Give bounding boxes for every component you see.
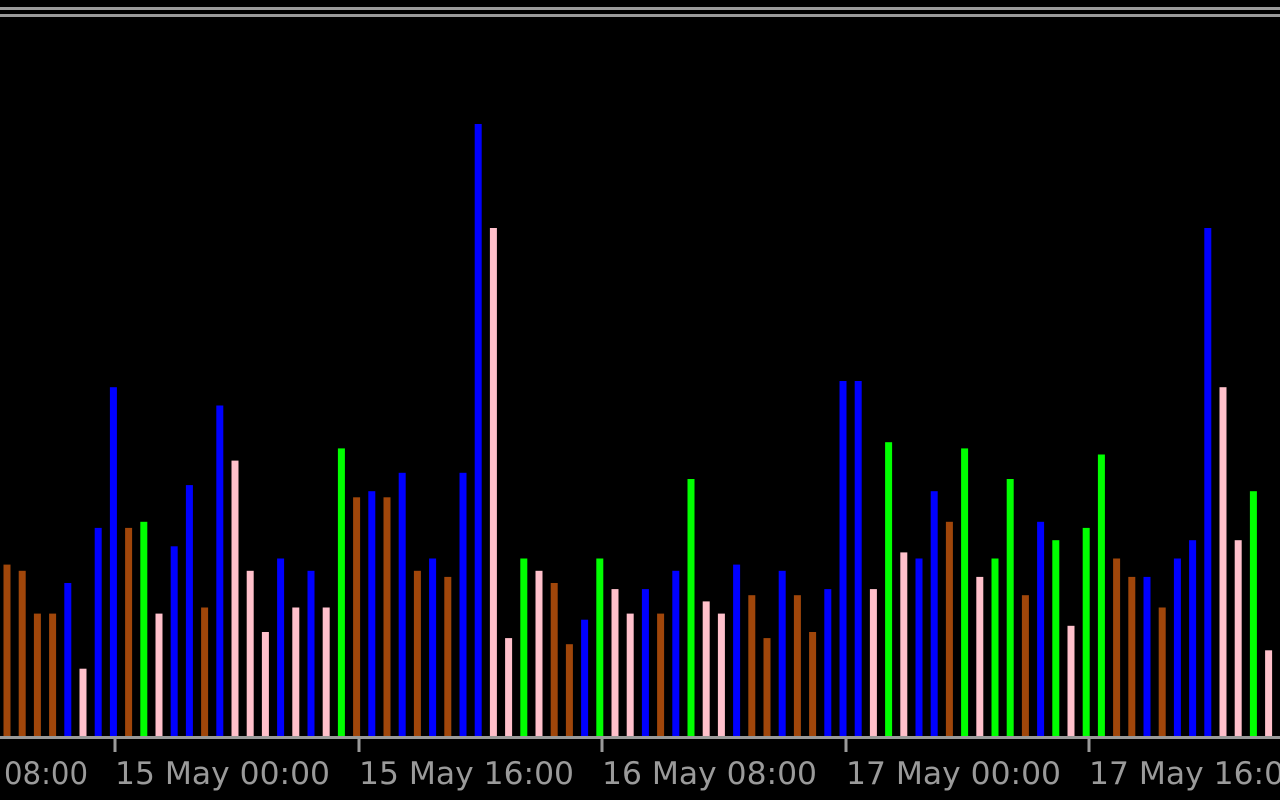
bar-81 — [1234, 540, 1242, 736]
bar-41 — [626, 613, 634, 736]
bar-42 — [641, 589, 649, 736]
x-axis-ticks — [113, 738, 1091, 752]
bar-8 — [125, 527, 133, 736]
bar-19 — [292, 607, 300, 736]
bar-16 — [246, 570, 254, 736]
bar-15 — [231, 460, 239, 736]
bar-67 — [1021, 595, 1029, 736]
bar-4 — [64, 583, 72, 736]
bar-series — [3, 124, 1273, 736]
x-tick-label-3: 16 May 08:00 — [602, 756, 817, 792]
bar-9 — [140, 521, 148, 736]
bar-40 — [611, 589, 619, 736]
bar-5 — [79, 668, 87, 736]
bar-32 — [489, 228, 497, 736]
bar-49 — [748, 595, 756, 736]
bar-43 — [657, 613, 665, 736]
bar-35 — [535, 570, 543, 736]
bar-17 — [261, 632, 269, 736]
bar-70 — [1067, 625, 1075, 736]
bar-77 — [1173, 558, 1181, 736]
bar-10 — [155, 613, 163, 736]
bar-50 — [763, 638, 771, 736]
bar-34 — [520, 558, 528, 736]
bar-37 — [565, 644, 573, 736]
bar-79 — [1204, 228, 1212, 736]
x-tick-label-4: 17 May 00:00 — [846, 756, 1061, 792]
bar-25 — [383, 497, 391, 736]
bar-74 — [1128, 576, 1136, 736]
bar-36 — [550, 583, 558, 736]
bar-63 — [961, 448, 969, 736]
bar-0 — [3, 564, 11, 736]
bar-48 — [733, 564, 741, 736]
x-axis-labels: 08:00 15 May 00:00 15 May 16:00 16 May 08:0… — [4, 756, 1280, 792]
bar-64 — [976, 576, 984, 736]
bar-66 — [1006, 479, 1014, 736]
bar-7 — [109, 387, 117, 736]
bar-30 — [459, 472, 467, 736]
bar-39 — [596, 558, 604, 736]
bar-80 — [1219, 387, 1227, 736]
bar-26 — [398, 472, 406, 736]
bar-6 — [94, 527, 102, 736]
bar-55 — [839, 381, 847, 736]
bar-69 — [1052, 540, 1060, 736]
x-tick-label-1: 15 May 00:00 — [115, 756, 330, 792]
bar-73 — [1113, 558, 1121, 736]
bar-2 — [33, 613, 41, 736]
bar-28 — [429, 558, 437, 736]
bar-14 — [216, 405, 224, 736]
volume-bar-chart: 08:00 15 May 00:00 15 May 16:00 16 May 08:0… — [0, 124, 1280, 792]
bar-82 — [1249, 491, 1257, 736]
bar-18 — [277, 558, 285, 736]
bar-62 — [945, 521, 953, 736]
bar-58 — [885, 442, 893, 736]
bar-27 — [413, 570, 421, 736]
bar-29 — [444, 576, 452, 736]
bar-13 — [201, 607, 209, 736]
bar-83 — [1265, 650, 1273, 736]
bar-23 — [353, 497, 361, 736]
bar-47 — [717, 613, 725, 736]
bar-72 — [1097, 454, 1105, 736]
bar-68 — [1037, 521, 1045, 736]
bar-22 — [337, 448, 345, 736]
bar-59 — [900, 552, 908, 736]
bar-24 — [368, 491, 376, 736]
bar-21 — [322, 607, 330, 736]
bar-31 — [474, 124, 482, 736]
bar-54 — [824, 589, 832, 736]
x-tick-label-2: 15 May 16:00 — [359, 756, 574, 792]
bar-44 — [672, 570, 680, 736]
bar-12 — [185, 485, 193, 736]
bar-71 — [1082, 527, 1090, 736]
bar-76 — [1158, 607, 1166, 736]
x-tick-label-0: 08:00 — [4, 756, 88, 792]
bar-61 — [930, 491, 938, 736]
bar-53 — [809, 632, 817, 736]
bar-33 — [505, 638, 513, 736]
bar-38 — [581, 619, 589, 736]
bar-57 — [869, 589, 877, 736]
bar-65 — [991, 558, 999, 736]
bar-75 — [1143, 576, 1151, 736]
bar-78 — [1189, 540, 1197, 736]
bar-52 — [793, 595, 801, 736]
bar-60 — [915, 558, 923, 736]
bar-45 — [687, 479, 695, 736]
bar-56 — [854, 381, 862, 736]
bar-51 — [778, 570, 786, 736]
bar-11 — [170, 546, 178, 736]
x-tick-label-5: 17 May 16:00 — [1089, 756, 1280, 792]
bar-20 — [307, 570, 315, 736]
bar-3 — [49, 613, 57, 736]
bar-46 — [702, 601, 710, 736]
bar-1 — [18, 570, 26, 736]
